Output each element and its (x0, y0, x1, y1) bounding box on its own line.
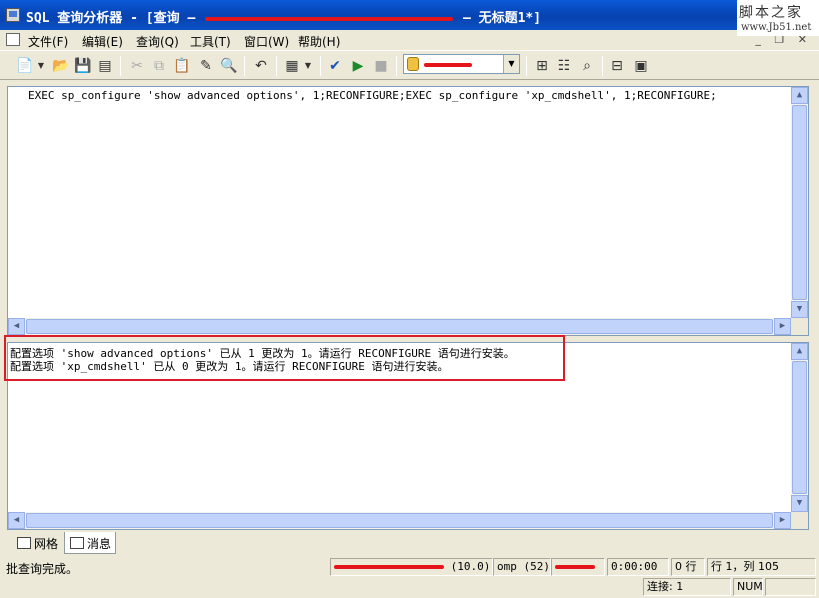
parse-icon[interactable]: ✔ (326, 57, 344, 75)
dropdown-arrow-icon[interactable]: ▼ (303, 57, 313, 75)
paste-icon[interactable]: 📋 (173, 57, 191, 75)
insert-template-icon[interactable]: ▤ (96, 57, 114, 75)
menu-bar: 文件(F) 编辑(E) 查询(Q) 工具(T) 窗口(W) 帮助(H) _ ❐ … (0, 30, 819, 50)
database-select[interactable]: ▼ (403, 54, 520, 74)
scroll-up-icon[interactable]: ▲ (791, 343, 808, 360)
tab-messages-label: 消息 (87, 537, 112, 551)
window-title-prefix: SQL 查询分析器 - [查询 — (26, 11, 196, 26)
results-mode-icon[interactable]: ▦ (283, 57, 301, 75)
message-line: 配置选项 'xp_cmdshell' 已从 0 更改为 1。请运行 RECONF… (10, 360, 449, 373)
messages-icon (70, 537, 84, 549)
undo-icon[interactable]: ↶ (252, 57, 270, 75)
scroll-right-icon[interactable]: ▶ (774, 512, 791, 529)
scroll-thumb[interactable] (26, 319, 773, 334)
status-user: omp (52) (493, 558, 551, 576)
query-editor[interactable]: EXEC sp_configure 'show advanced options… (7, 86, 809, 336)
watermark-chars: 脚本之家 (739, 5, 803, 21)
toolbar-separator (396, 56, 397, 76)
scroll-left-icon[interactable]: ◀ (8, 318, 25, 335)
status-cursor-position: 行 1，列 105 (707, 558, 816, 576)
scroll-right-icon[interactable]: ▶ (774, 318, 791, 335)
menu-file[interactable]: 文件(F) (28, 33, 68, 50)
results-horizontal-scrollbar[interactable]: ◀ ▶ (8, 512, 791, 529)
menu-tools[interactable]: 工具(T) (190, 33, 231, 50)
scroll-thumb[interactable] (792, 361, 807, 494)
status-bar: 批查询完成。 (10.0) omp (52) 0:00:00 0 行 行 1，列… (0, 556, 819, 598)
show-results-pane-icon[interactable]: ▣ (632, 57, 650, 75)
scroll-thumb[interactable] (792, 105, 807, 300)
scroll-down-icon[interactable]: ▼ (791, 301, 808, 318)
menu-window[interactable]: 窗口(W) (244, 33, 289, 50)
toolbar-separator (602, 56, 603, 76)
status-server: (10.0) (330, 558, 493, 576)
estimated-plan-icon[interactable]: ⊞ (533, 57, 551, 75)
redacted-server-name (334, 565, 444, 569)
redacted-database-name (555, 565, 595, 569)
grid-icon (17, 537, 31, 549)
copy-icon[interactable]: ⧉ (150, 57, 168, 75)
cut-icon[interactable]: ✂ (128, 57, 146, 75)
results-tabs: 网格 消息 (0, 532, 819, 554)
execute-icon[interactable]: ▶ (349, 57, 367, 75)
database-icon (407, 57, 419, 71)
scroll-thumb[interactable] (26, 513, 773, 528)
menu-help[interactable]: 帮助(H) (298, 33, 340, 50)
current-connection-icon[interactable]: ⊟ (608, 57, 626, 75)
scroll-corner (791, 512, 808, 529)
scroll-up-icon[interactable]: ▲ (791, 87, 808, 104)
clear-icon[interactable]: ✎ (197, 57, 215, 75)
find-icon[interactable]: 🔍 (220, 57, 238, 75)
tab-grid[interactable]: 网格 (12, 532, 62, 554)
object-browser-icon[interactable]: ☷ (555, 57, 573, 75)
toolbar-separator (276, 56, 277, 76)
results-vertical-scrollbar[interactable]: ▲ ▼ (791, 343, 808, 512)
stop-icon[interactable]: ■ (372, 57, 390, 75)
window-title: SQL 查询分析器 - [查询 — — 无标题1*] (26, 7, 541, 26)
toolbar-separator (320, 56, 321, 76)
scroll-left-icon[interactable]: ◀ (8, 512, 25, 529)
dropdown-arrow-icon[interactable]: ▼ (36, 57, 46, 75)
menu-query[interactable]: 查询(Q) (136, 33, 179, 50)
document-icon[interactable] (6, 33, 20, 46)
tab-messages[interactable]: 消息 (64, 532, 117, 554)
redacted-server-name (205, 16, 454, 21)
scroll-down-icon[interactable]: ▼ (791, 495, 808, 512)
status-rows: 0 行 (671, 558, 705, 576)
window-title-suffix: — 无标题1*] (462, 11, 542, 26)
status-connections: 连接: 1 (643, 578, 731, 596)
query-text[interactable]: EXEC sp_configure 'show advanced options… (28, 89, 717, 102)
open-icon[interactable]: 📂 (52, 57, 70, 75)
chevron-down-icon[interactable]: ▼ (503, 55, 519, 73)
toolbar-separator (120, 56, 121, 76)
new-query-icon[interactable]: 📄 (16, 57, 34, 75)
editor-vertical-scrollbar[interactable]: ▲ ▼ (791, 87, 808, 318)
status-extra-panel (765, 578, 816, 596)
status-elapsed-time: 0:00:00 (607, 558, 669, 576)
editor-horizontal-scrollbar[interactable]: ◀ ▶ (8, 318, 791, 335)
watermark-logo: 脚本之家 www.Jb51.net (737, 0, 819, 36)
status-num-lock: NUM (733, 578, 763, 596)
status-server-version: (10.0) (450, 560, 491, 573)
status-message: 批查询完成。 (6, 562, 79, 576)
title-bar: SQL 查询分析器 - [查询 — — 无标题1*] (0, 0, 819, 30)
results-pane[interactable]: 配置选项 'show advanced options' 已从 1 更改为 1。… (7, 342, 809, 530)
tab-grid-label: 网格 (34, 537, 59, 551)
toolbar-separator (526, 56, 527, 76)
toolbar-separator (244, 56, 245, 76)
scroll-corner (791, 318, 808, 335)
status-database (551, 558, 605, 576)
redacted-database-name (424, 63, 472, 67)
menu-edit[interactable]: 编辑(E) (82, 33, 123, 50)
watermark-url: www.Jb51.net (741, 22, 812, 33)
object-search-icon[interactable]: ⌕ (578, 57, 596, 75)
save-icon[interactable]: 💾 (74, 57, 92, 75)
query-analyzer-app-icon[interactable] (6, 8, 20, 22)
